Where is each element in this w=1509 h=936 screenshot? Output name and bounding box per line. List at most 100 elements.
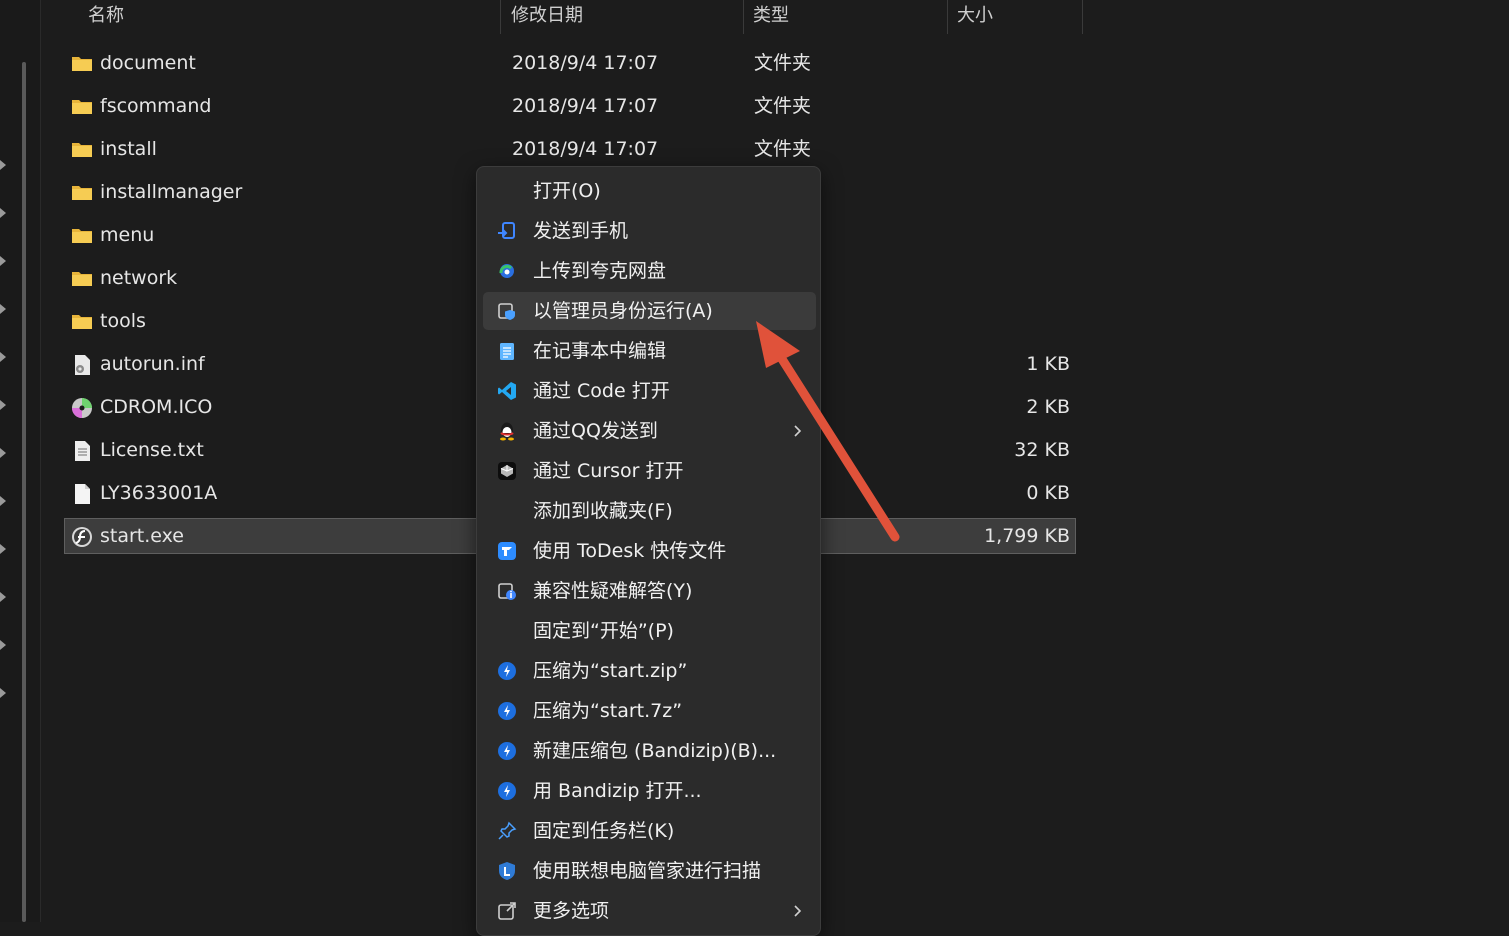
folder-icon (71, 53, 93, 73)
cursor-app-icon (497, 461, 517, 481)
menu-item[interactable]: 以管理员身份运行(A) (483, 292, 816, 330)
folder-icon (71, 139, 93, 159)
expand-chevron-icon[interactable] (0, 208, 7, 218)
expand-chevron-icon[interactable] (0, 304, 7, 314)
expand-chevron-icon[interactable] (0, 400, 7, 410)
more-options-icon (497, 901, 517, 921)
bandizip-icon (497, 701, 517, 721)
header-name[interactable]: 名称 (88, 0, 124, 34)
bandizip-icon (497, 741, 517, 761)
menu-item[interactable]: 通过 Cursor 打开 (483, 452, 816, 490)
file-date: 2018/9/4 17:07 (512, 52, 659, 74)
menu-item[interactable]: 使用联想电脑管家进行扫描 (483, 852, 816, 890)
menu-item-label: 固定到“开始”(P) (533, 620, 674, 642)
file-row[interactable]: document 2018/9/4 17:07 文件夹 (64, 45, 1076, 81)
text-file-icon (71, 440, 93, 461)
todesk-icon (497, 541, 517, 561)
menu-item[interactable]: 更多选项 (483, 892, 816, 930)
expand-chevron-icon[interactable] (0, 448, 7, 458)
file-row[interactable]: install 2018/9/4 17:07 文件夹 (64, 131, 1076, 167)
flash-exe-icon (71, 526, 93, 547)
bandizip-icon (497, 781, 517, 801)
menu-item-label: 发送到手机 (533, 220, 629, 242)
compat-info-icon (497, 581, 517, 601)
file-row[interactable]: fscommand 2018/9/4 17:07 文件夹 (64, 88, 1076, 124)
menu-item-label: 上传到夸克网盘 (533, 260, 667, 282)
file-type: 文件夹 (754, 52, 812, 74)
phone-send-icon (497, 221, 517, 241)
header-size[interactable]: 大小 (957, 0, 993, 34)
header-type[interactable]: 类型 (753, 0, 789, 34)
file-name: install (100, 138, 157, 160)
folder-icon (71, 311, 93, 331)
menu-item-label: 通过 Code 打开 (533, 380, 670, 402)
file-name: LY3633001A (100, 482, 218, 504)
menu-item-label: 兼容性疑难解答(Y) (533, 580, 693, 602)
file-name: autorun.inf (100, 353, 205, 375)
expand-chevron-icon[interactable] (0, 688, 7, 698)
disc-icon (71, 397, 93, 418)
menu-item[interactable]: 发送到手机 (483, 212, 816, 250)
menu-item[interactable]: 通过 Code 打开 (483, 372, 816, 410)
settings-file-icon (71, 354, 93, 375)
menu-item[interactable]: 添加到收藏夹(F) (483, 492, 816, 530)
menu-item[interactable]: 用 Bandizip 打开... (483, 772, 816, 810)
menu-item[interactable]: 固定到“开始”(P) (483, 612, 816, 650)
chevron-right-icon (794, 425, 802, 437)
menu-item-label: 通过 Cursor 打开 (533, 460, 684, 482)
expand-chevron-icon[interactable] (0, 496, 7, 506)
menu-item[interactable]: 打开(O) (483, 172, 816, 210)
expand-chevron-icon[interactable] (0, 160, 7, 170)
expand-chevron-icon[interactable] (0, 640, 7, 650)
folder-icon (71, 182, 93, 202)
file-name: CDROM.ICO (100, 396, 213, 418)
context-menu: 打开(O) 发送到手机上传到夸克网盘以管理员身份运行(A) 在记事本中编辑通过 Co… (476, 166, 821, 936)
menu-item[interactable]: 使用 ToDesk 快传文件 (483, 532, 816, 570)
chevron-right-icon (794, 905, 802, 917)
file-name: tools (100, 310, 146, 332)
menu-item[interactable]: 在记事本中编辑 (483, 332, 816, 370)
file-name: installmanager (100, 181, 243, 203)
expand-chevron-icon[interactable] (0, 352, 7, 362)
file-type: 文件夹 (754, 138, 812, 160)
column-header: 名称 修改日期 类型 大小 (40, 0, 1083, 34)
column-divider[interactable] (1082, 0, 1083, 34)
menu-item[interactable]: 压缩为“start.zip” (483, 652, 816, 690)
vscode-icon (497, 381, 517, 401)
file-size: 2 KB (1026, 396, 1070, 418)
folder-icon (71, 268, 93, 288)
menu-item-label: 添加到收藏夹(F) (533, 500, 673, 522)
menu-item[interactable]: 通过QQ发送到 (483, 412, 816, 450)
navigation-pane (0, 0, 41, 922)
folder-icon (71, 96, 93, 116)
column-divider[interactable] (743, 0, 744, 34)
admin-shield-icon (497, 301, 517, 321)
menu-item-label: 使用 ToDesk 快传文件 (533, 540, 727, 562)
header-date[interactable]: 修改日期 (511, 0, 583, 34)
bandizip-icon (497, 661, 517, 681)
column-divider[interactable] (500, 0, 501, 34)
file-name: document (100, 52, 196, 74)
menu-item-label: 以管理员身份运行(A) (533, 300, 713, 322)
menu-item-label: 压缩为“start.zip” (533, 660, 688, 682)
nav-scrollbar[interactable] (22, 62, 26, 922)
quark-cloud-icon (497, 261, 517, 281)
expand-chevron-icon[interactable] (0, 592, 7, 602)
file-type: 文件夹 (754, 95, 812, 117)
menu-item-label: 用 Bandizip 打开... (533, 780, 702, 802)
menu-item[interactable]: 固定到任务栏(K) (483, 812, 816, 850)
menu-item-label: 新建压缩包 (Bandizip)(B)... (533, 740, 777, 762)
file-size: 0 KB (1026, 482, 1070, 504)
file-size: 1 KB (1026, 353, 1070, 375)
menu-item[interactable]: 新建压缩包 (Bandizip)(B)... (483, 732, 816, 770)
menu-item-label: 压缩为“start.7z” (533, 700, 683, 722)
expand-chevron-icon[interactable] (0, 544, 7, 554)
file-name: fscommand (100, 95, 212, 117)
menu-item[interactable]: 上传到夸克网盘 (483, 252, 816, 290)
menu-item-label: 固定到任务栏(K) (533, 820, 675, 842)
column-divider[interactable] (947, 0, 948, 34)
menu-item-label: 使用联想电脑管家进行扫描 (533, 860, 762, 882)
menu-item[interactable]: 兼容性疑难解答(Y) (483, 572, 816, 610)
expand-chevron-icon[interactable] (0, 256, 7, 266)
menu-item[interactable]: 压缩为“start.7z” (483, 692, 816, 730)
